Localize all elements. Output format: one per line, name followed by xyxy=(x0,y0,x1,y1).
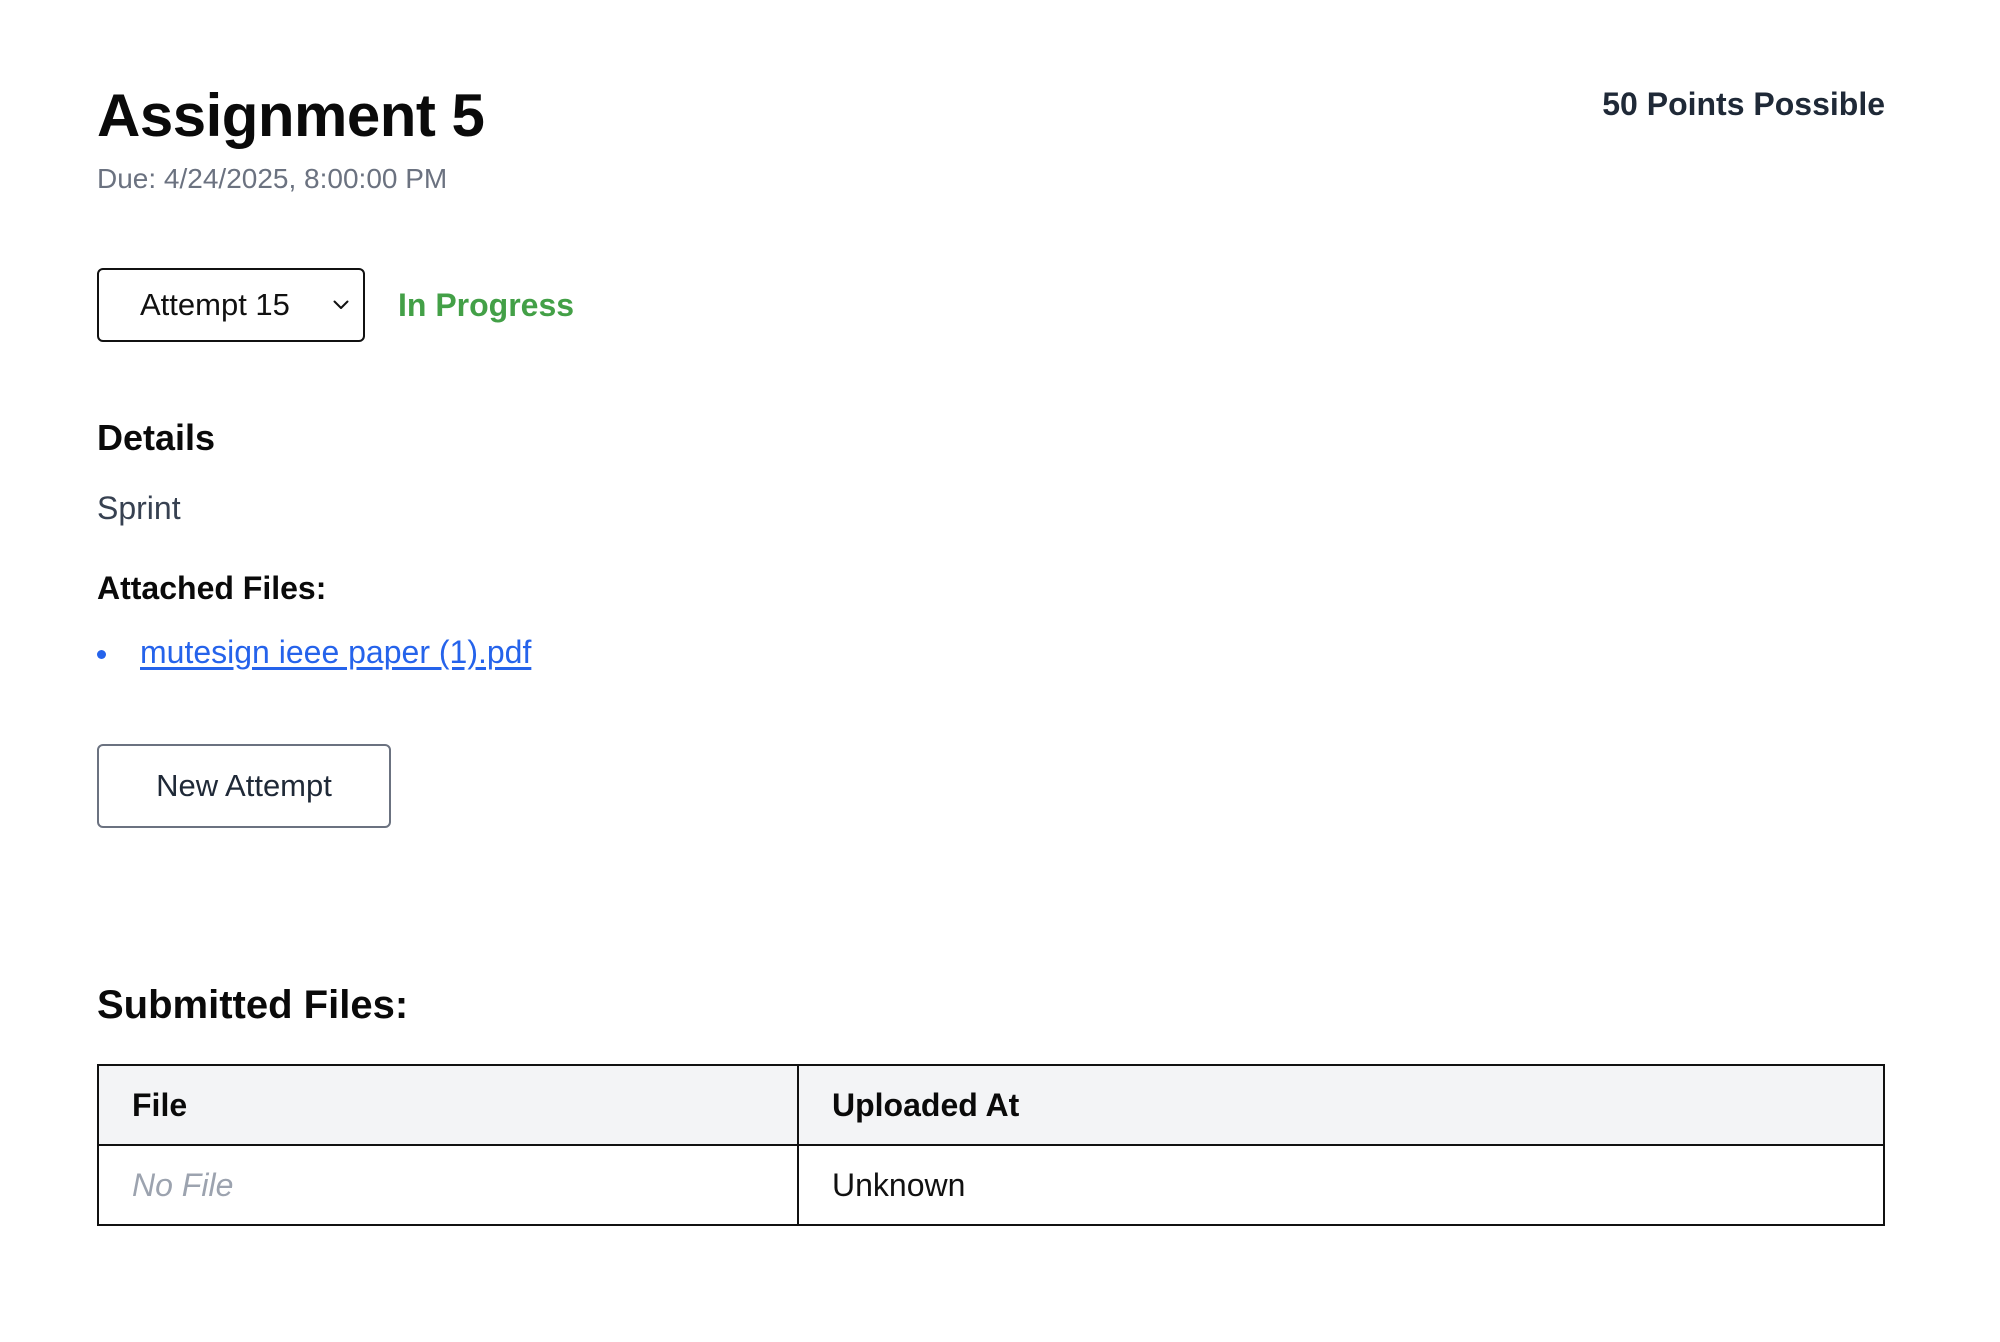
new-attempt-button[interactable]: New Attempt xyxy=(97,744,391,828)
details-text: Sprint xyxy=(97,490,181,526)
column-header-uploaded-at: Uploaded At xyxy=(797,1064,1885,1146)
assignment-header: Assignment 5 Due: 4/24/2025, 8:00:00 PM … xyxy=(97,0,1885,210)
attempt-select-value: Attempt 15 xyxy=(140,287,290,322)
points-possible: 50 Points Possible xyxy=(1602,86,1885,122)
bullet-icon xyxy=(97,649,106,659)
attached-files-heading: Attached Files: xyxy=(97,570,327,606)
assignment-title: Assignment 5 xyxy=(97,82,485,149)
table-header-row: File Uploaded At xyxy=(97,1064,1885,1146)
submitted-files-table: File Uploaded At No File Unknown xyxy=(97,1064,1885,1226)
column-header-file: File xyxy=(97,1064,799,1146)
attached-file-link[interactable]: mutesign ieee paper (1).pdf xyxy=(140,634,531,671)
file-cell: No File xyxy=(97,1144,799,1226)
attempt-select[interactable]: Attempt 15 xyxy=(97,268,365,342)
attached-files-list: mutesign ieee paper (1).pdf xyxy=(97,630,531,674)
details-heading: Details xyxy=(97,417,216,458)
attempt-row: Attempt 15 In Progress xyxy=(97,266,574,344)
uploaded-at-cell: Unknown xyxy=(797,1144,1885,1226)
list-item: mutesign ieee paper (1).pdf xyxy=(97,630,531,674)
assignment-page: Assignment 5 Due: 4/24/2025, 8:00:00 PM … xyxy=(97,0,1885,1342)
submitted-files-heading: Submitted Files: xyxy=(97,983,409,1027)
due-date: Due: 4/24/2025, 8:00:00 PM xyxy=(97,163,448,194)
attempt-status: In Progress xyxy=(398,286,575,323)
table-row: No File Unknown xyxy=(97,1144,1885,1226)
chevron-down-icon xyxy=(329,293,353,317)
